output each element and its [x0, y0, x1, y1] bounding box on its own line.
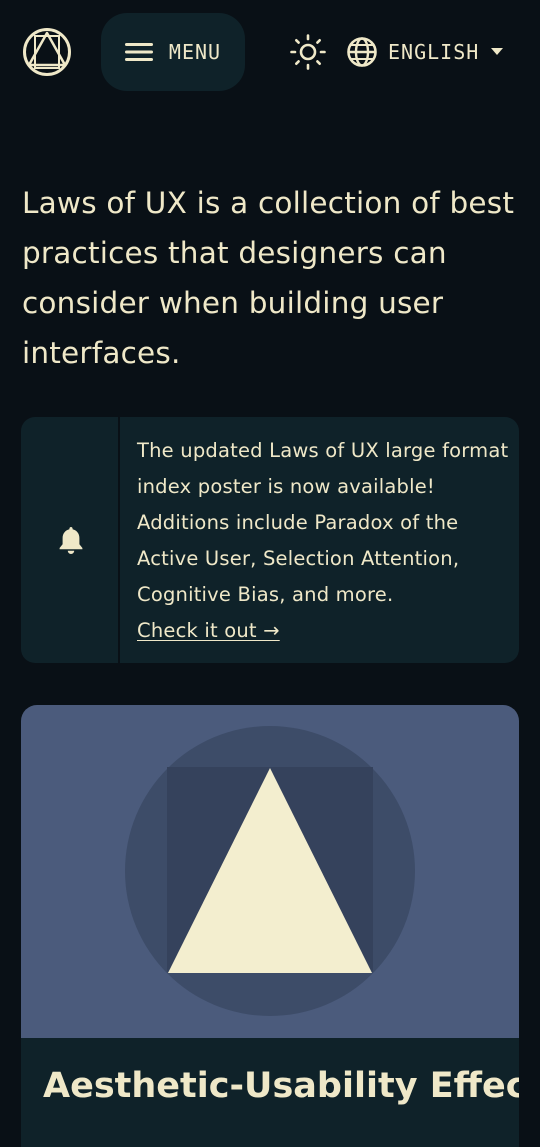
triangle-in-circle-illustration: [125, 726, 415, 1016]
card-footer: Aesthetic-Usability Effect: [21, 1038, 519, 1147]
notice-message: The updated Laws of UX large format inde…: [137, 433, 513, 649]
menu-button[interactable]: MENU: [101, 13, 245, 91]
intro-text: Laws of UX is a collection of best pract…: [22, 186, 515, 370]
poster-announcement: The updated Laws of UX large format inde…: [21, 417, 519, 663]
card-title: Aesthetic-Usability Effect: [43, 1066, 519, 1106]
language-selector[interactable]: ENGLISH: [346, 34, 504, 70]
laws-of-ux-logo-icon[interactable]: [22, 27, 72, 77]
hamburger-icon: [124, 43, 153, 61]
card-illustration: [21, 705, 519, 1038]
sun-icon: [290, 34, 326, 70]
theme-toggle-button[interactable]: [290, 34, 326, 70]
globe-icon: [347, 37, 377, 67]
menu-button-label: MENU: [168, 40, 222, 64]
caret-down-icon: [491, 48, 504, 55]
notice-icon-column: [21, 417, 120, 663]
top-navigation-bar: MENU ENGLISH: [0, 0, 540, 104]
language-label: ENGLISH: [388, 40, 480, 64]
bell-icon: [59, 527, 83, 554]
notice-body: The updated Laws of UX large format inde…: [137, 439, 509, 606]
check-it-out-link[interactable]: Check it out →: [137, 619, 280, 642]
law-card-aesthetic-usability-effect[interactable]: Aesthetic-Usability Effect: [21, 705, 519, 1147]
